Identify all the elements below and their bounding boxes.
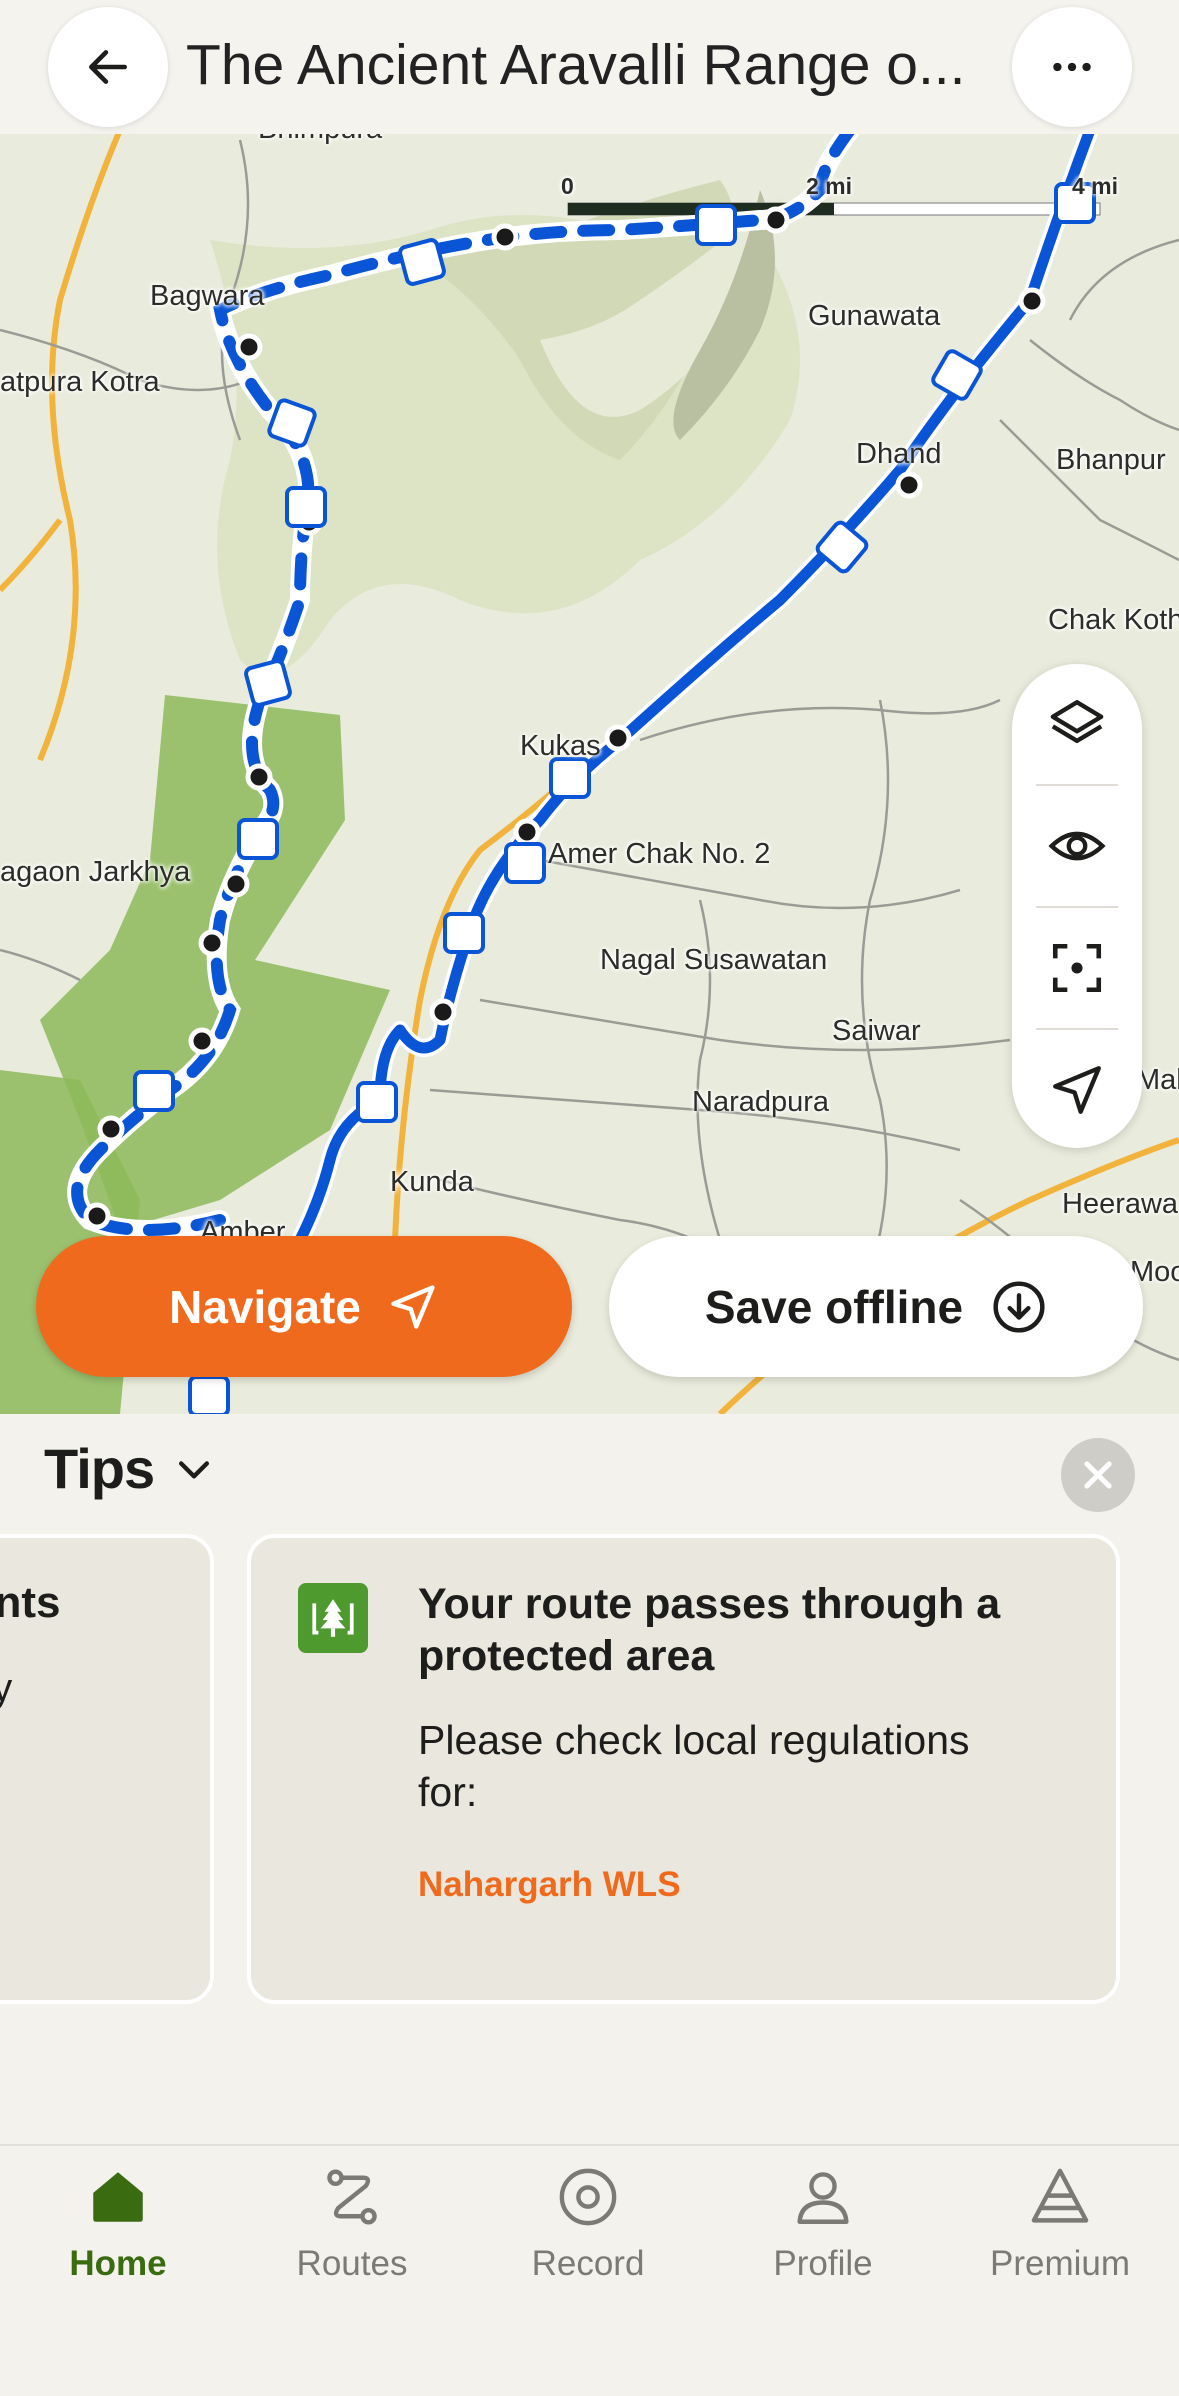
tree-icon [312,1599,354,1637]
nav-label: Premium [989,2244,1131,2283]
nav-profile[interactable]: Profile [723,2164,923,2284]
back-arrow-icon [89,50,127,84]
place-label: Kunda [390,1166,474,1198]
place-label: Bagwara [150,280,265,312]
map-controls [1012,664,1142,1148]
visibility-button[interactable] [1012,786,1142,906]
save-offline-button[interactable]: Save offline [609,1236,1143,1377]
close-icon [1084,1461,1112,1489]
navigation-arrow-icon [391,1284,435,1329]
layers-button[interactable] [1012,664,1142,784]
place-label: Heerawa [1062,1188,1179,1220]
recenter-button[interactable] [1012,908,1142,1028]
save-offline-label: Save offline [704,1280,964,1333]
locate-button[interactable] [1012,1030,1142,1150]
place-label: Dhand [856,438,942,470]
locate-icon [1053,1066,1101,1114]
scale-label-4mi: 4 mi [1072,173,1119,199]
place-label: Mal [1136,1064,1179,1096]
place-label: Naradpura [692,1086,830,1118]
road [37,128,123,762]
tip-card-text: ay [0,1666,13,1710]
close-tips-button[interactable] [1061,1438,1135,1512]
tips-toggle[interactable]: Tips [44,1436,216,1501]
routes-icon [327,2169,377,2225]
navigate-label: Navigate [169,1280,361,1333]
scale-label-2mi: 2 mi [806,173,853,199]
tip-body: Please check local regulations for: [418,1717,970,1815]
scale-bar [567,202,1101,216]
protected-area-link[interactable]: Nahargarh WLS [418,1865,681,1905]
premium-icon [1031,2168,1089,2223]
nav-label: Profile [773,2244,873,2283]
place-label: agaon Jarkhya [0,856,191,888]
focus-icon [1052,943,1102,993]
place-label: Saiwar [832,1015,921,1047]
profile-icon [797,2172,849,2224]
road [0,518,63,593]
more-options-button[interactable] [1012,7,1132,127]
map-view[interactable]: 0 2 mi 4 mi Bhimpura Bagwara atpura Kotr… [0,0,1179,1414]
place-label: Gunawata [808,300,941,332]
more-horizontal-icon [1053,62,1091,72]
place-label: Nagal Susawatan [600,944,828,976]
place-label: Chak Koth [1048,604,1179,636]
download-icon [993,1280,1045,1333]
chevron-down-icon [179,1460,210,1479]
place-label: Bhanpur [1056,444,1166,476]
place-label: Amer Chak No. 2 [548,838,771,870]
app-root: { "header": {"title": "The Ancient Arava… [0,0,1179,2396]
nav-label: Routes [296,2244,408,2283]
back-button[interactable] [48,7,168,127]
scale-label-0: 0 [561,173,574,199]
place-label: atpura Kotra [0,366,160,398]
navigate-button[interactable]: Navigate [36,1236,572,1377]
tip-title: Your route passes through a protected ar… [418,1580,1001,1680]
nav-label: Home [69,2244,167,2283]
place-label: Kukas [520,730,601,762]
nav-home[interactable]: Home [18,2164,218,2284]
page-title: The Ancient Aravalli Range o... [186,33,966,97]
tip-card-title: ents [0,1578,61,1627]
layers-icon [1050,700,1104,744]
home-icon [93,2172,143,2222]
nav-label: Record [531,2244,645,2283]
tips-title: Tips [44,1437,155,1500]
top-bar: The Ancient Aravalli Range o... [0,0,1179,134]
eye-icon [1048,831,1106,861]
nav-routes[interactable]: Routes [252,2164,452,2284]
protected-area-icon [298,1583,368,1653]
nav-record[interactable]: Record [488,2164,688,2284]
nav-premium[interactable]: Premium [960,2164,1160,2284]
record-icon [559,2168,617,2226]
map-canvas [0,120,1179,1414]
